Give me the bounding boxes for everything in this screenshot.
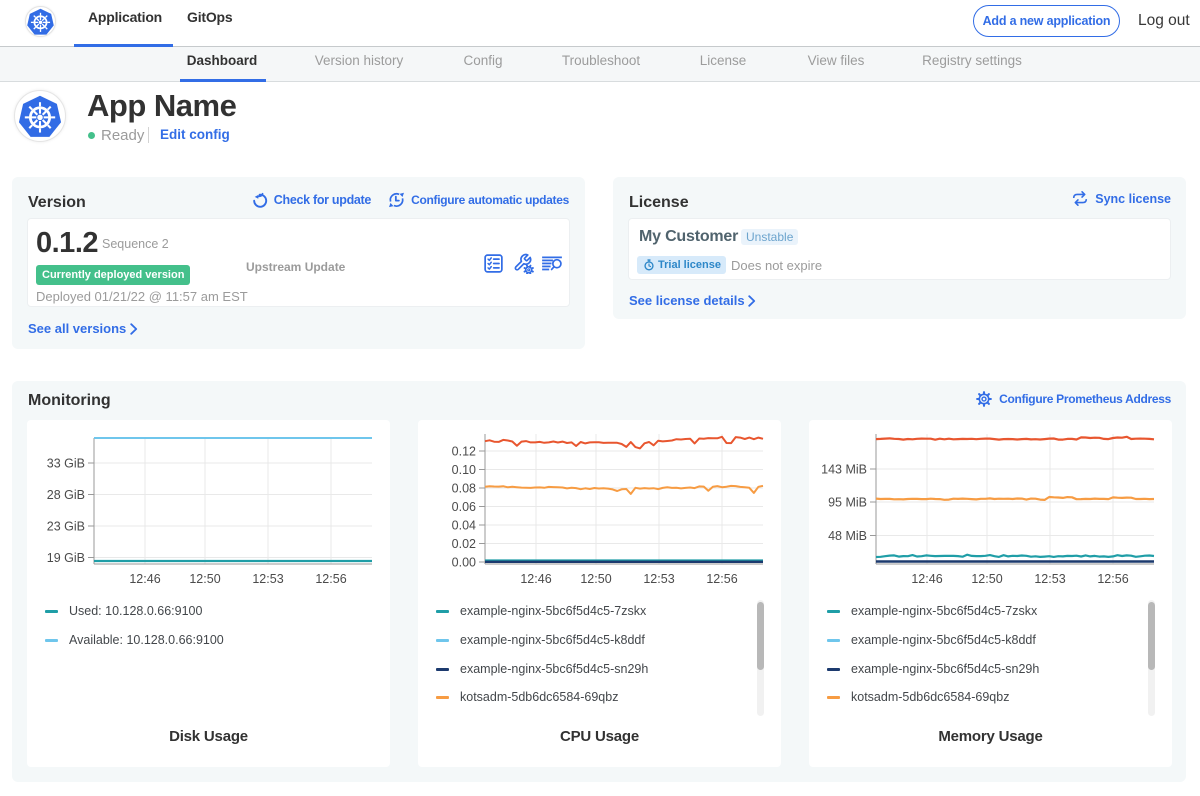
svg-text:12:46: 12:46 (129, 572, 160, 586)
svg-text:0.06: 0.06 (452, 500, 476, 514)
svg-text:12:50: 12:50 (971, 572, 1002, 586)
svg-text:0.08: 0.08 (452, 482, 476, 496)
svg-text:12:56: 12:56 (315, 572, 346, 586)
svg-text:48 MiB: 48 MiB (828, 529, 867, 543)
svg-text:12:50: 12:50 (580, 572, 611, 586)
svg-text:12:53: 12:53 (1034, 572, 1065, 586)
svg-text:12:56: 12:56 (706, 572, 737, 586)
svg-text:19 GiB: 19 GiB (47, 551, 85, 565)
svg-text:143 MiB: 143 MiB (821, 463, 867, 477)
svg-text:0.04: 0.04 (452, 519, 476, 533)
svg-text:12:53: 12:53 (643, 572, 674, 586)
svg-text:28 GiB: 28 GiB (47, 488, 85, 502)
svg-text:0.10: 0.10 (452, 463, 476, 477)
svg-text:12:53: 12:53 (252, 572, 283, 586)
svg-text:12:46: 12:46 (520, 572, 551, 586)
svg-text:33 GiB: 33 GiB (47, 457, 85, 471)
svg-text:0.12: 0.12 (452, 445, 476, 459)
svg-text:12:56: 12:56 (1097, 572, 1128, 586)
svg-text:0.00: 0.00 (452, 556, 476, 570)
svg-text:0.02: 0.02 (452, 537, 476, 551)
svg-text:23 GiB: 23 GiB (47, 520, 85, 534)
svg-text:12:50: 12:50 (189, 572, 220, 586)
svg-text:12:46: 12:46 (911, 572, 942, 586)
svg-text:95 MiB: 95 MiB (828, 496, 867, 510)
